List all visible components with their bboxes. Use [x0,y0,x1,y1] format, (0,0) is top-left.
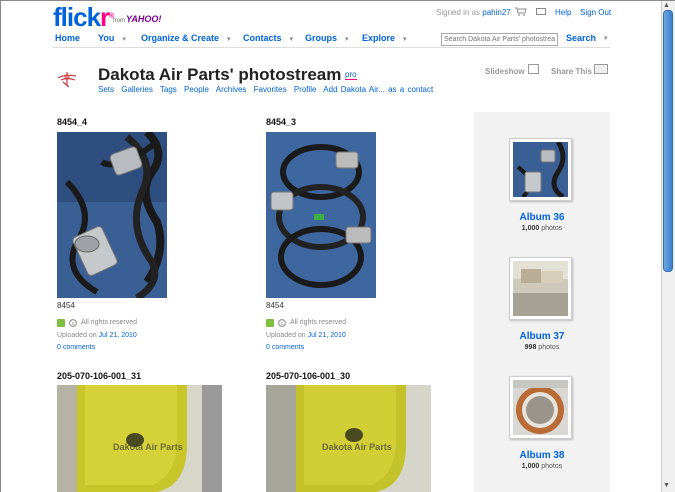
search-input[interactable] [441,33,558,46]
album-count-number: 1,000 [521,463,540,470]
photo-caption: 8454 [57,301,75,310]
upload-date: Uploaded on Jul 21, 2010 [57,332,137,339]
photo-title[interactable]: 8454_4 [57,117,87,127]
chevron-down-icon[interactable]: ▾ [403,36,407,43]
photostream-links: Sets Galleries Tags People Archives Favo… [98,85,437,94]
photo-thumbnail[interactable] [57,385,222,492]
comments-link[interactable]: 0 comments [266,344,304,351]
uploaded-prefix: Uploaded on [266,332,306,339]
album-cover [513,140,568,200]
uploaded-prefix: Uploaded on [57,332,97,339]
photo-title[interactable]: 205-070-106-001_30 [266,371,350,381]
nav-groups-label: Groups [305,33,338,43]
nav-contacts[interactable]: Contacts ▾ [243,33,293,43]
yahoo-logo: YAHOO! [126,14,162,24]
chevron-down-icon[interactable]: ▾ [290,36,294,43]
pro-badge[interactable]: pro [345,70,357,80]
link-sets[interactable]: Sets [98,85,114,94]
scroll-down-icon[interactable]: ▼ [663,482,670,489]
album-count: 1,000 photos [474,463,610,470]
date-link[interactable]: Jul 21, 2010 [308,332,346,339]
album-title[interactable]: Album 36 [474,212,610,223]
link-favorites[interactable]: Favorites [254,85,287,94]
cart-icon[interactable] [515,7,527,16]
album-count-unit: photos [541,463,563,470]
page-title: Dakota Air Parts' photostream [98,65,342,84]
album-count: 998 photos [474,344,610,351]
link-people[interactable]: People [184,85,209,94]
album-count-unit: photos [538,344,560,351]
link-tags[interactable]: Tags [160,85,177,94]
date-link[interactable]: Jul 21, 2010 [99,332,137,339]
nav-organize-label: Organize & Create [141,33,220,43]
logo-r: r [100,2,110,32]
album-count-unit: photos [541,225,563,232]
nav-organize[interactable]: Organize & Create ▾ [141,33,231,43]
chevron-down-icon[interactable]: ▾ [604,34,608,42]
album-title[interactable]: Album 37 [474,331,610,342]
album-title[interactable]: Album 38 [474,450,610,461]
nav-divider [53,47,610,48]
scroll-up-icon[interactable]: ▲ [663,2,670,9]
share-icon[interactable] [594,64,608,74]
copyright-icon: c [278,319,286,327]
rights-text: All rights reserved [81,319,138,326]
nav-explore[interactable]: Explore ▾ [362,33,407,43]
album-thumbnail[interactable] [509,376,572,439]
search-button[interactable]: Search [566,33,596,43]
album-cover [513,261,568,316]
photo-caption: 8454 [266,301,284,310]
link-archives[interactable]: Archives [216,85,247,94]
nav-explore-label: Explore [362,33,396,43]
link-add-contact[interactable]: Add Dakota Air... as a contact [323,85,433,94]
rights-text: All rights reserved [290,319,347,326]
share-button[interactable]: Share This [551,67,592,76]
slideshow-button[interactable]: Slideshow [485,67,525,76]
sign-out-link[interactable]: Sign Out [580,8,611,17]
photo-watermark: Dakota Air Parts [322,442,392,452]
username-link[interactable]: pahin27 [482,8,510,17]
signed-in-prefix: Signed in as [436,8,481,17]
link-profile[interactable]: Profile [294,85,317,94]
logo-text: flick [53,2,101,32]
album-cover [513,380,568,435]
album-thumbnail[interactable] [509,138,572,201]
upload-date: Uploaded on Jul 21, 2010 [266,332,346,339]
comments-link[interactable]: 0 comments [57,344,95,351]
album-count-number: 998 [524,344,537,351]
license-icon [57,319,65,327]
album-count: 1,000 photos [474,225,610,232]
chevron-down-icon[interactable]: ▾ [345,36,349,43]
nav-you[interactable]: You ▾ [98,33,126,43]
help-link[interactable]: Help [555,8,571,17]
nav-contacts-label: Contacts [243,33,282,43]
scrollbar-thumb[interactable] [663,10,673,272]
photo-title[interactable]: 8454_3 [266,117,296,127]
nav-you-label: You [98,33,115,43]
copyright-icon: c [69,319,77,327]
album-thumbnail[interactable] [509,257,572,320]
flickr-logo[interactable]: flickr® [53,2,114,32]
buddy-icon[interactable] [55,66,79,90]
slideshow-icon[interactable] [528,64,539,74]
chevron-down-icon[interactable]: ▾ [122,36,126,43]
photo-title[interactable]: 205-070-106-001_31 [57,371,141,381]
nav-groups[interactable]: Groups ▾ [305,33,349,43]
link-galleries[interactable]: Galleries [121,85,153,94]
mail-icon[interactable] [536,8,546,15]
photo-thumbnail[interactable] [266,132,376,298]
chevron-down-icon[interactable]: ▾ [227,36,231,43]
from-label: from [113,18,125,24]
photo-thumbnail[interactable] [57,132,167,298]
photo-watermark: Dakota Air Parts [113,442,183,452]
license-icon [266,319,274,327]
photo-thumbnail[interactable] [266,385,431,492]
nav-home[interactable]: Home [55,33,80,43]
signed-in-text: Signed in as pahin27 [436,8,511,17]
album-count-number: 1,000 [521,225,540,232]
